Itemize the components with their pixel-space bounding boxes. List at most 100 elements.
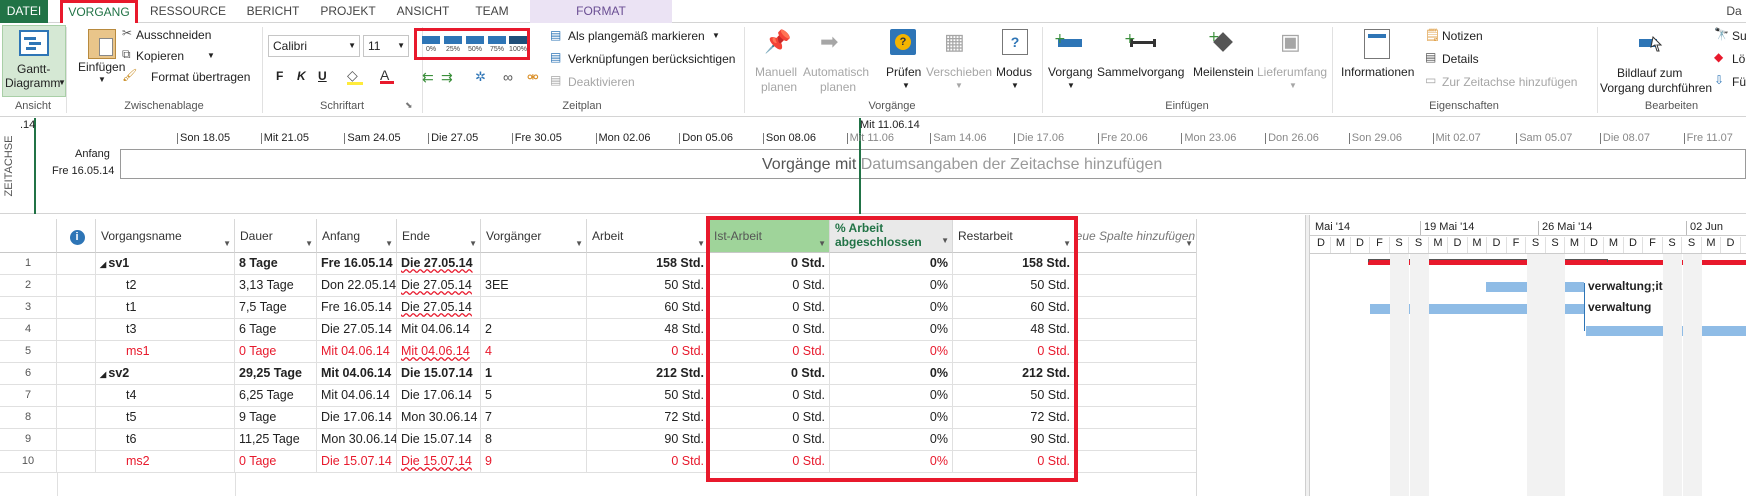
work-cell[interactable]: 158 Std. bbox=[587, 253, 709, 275]
end-cell[interactable]: Die 15.07.14 bbox=[397, 363, 481, 385]
work-cell[interactable]: 48 Std. bbox=[587, 319, 709, 341]
search-button[interactable]: Su bbox=[1732, 29, 1746, 43]
scroll-to-task-label-2[interactable]: Vorgang durchführen bbox=[1600, 81, 1712, 95]
predecessor-cell[interactable]: 8 bbox=[481, 429, 587, 451]
row-id[interactable]: 5 bbox=[0, 341, 57, 363]
work-cell[interactable]: 90 Std. bbox=[587, 429, 709, 451]
predecessor-cell[interactable]: 1 bbox=[481, 363, 587, 385]
predecessor-cell[interactable]: 2 bbox=[481, 319, 587, 341]
work-cell[interactable]: 72 Std. bbox=[587, 407, 709, 429]
row-id[interactable]: 10 bbox=[0, 451, 57, 473]
gantt-chart[interactable]: Mai '14 19 Mai '14 26 Mai '14 02 Jun D M D F S S M… bbox=[1310, 219, 1746, 496]
link-icon[interactable]: ∞ bbox=[503, 69, 513, 85]
task-name[interactable]: ms1 bbox=[96, 341, 235, 363]
mark-on-track-button[interactable]: Als plangemäß markieren bbox=[568, 29, 705, 43]
outdent-icon[interactable]: ⇇ bbox=[422, 69, 434, 86]
task-name[interactable]: t4 bbox=[96, 385, 235, 407]
start-cell[interactable]: Mit 04.06.14 bbox=[317, 341, 397, 363]
end-cell[interactable]: Die 15.07.14 bbox=[397, 429, 481, 451]
task-name[interactable]: ◢ sv1 bbox=[96, 253, 235, 275]
row-id[interactable]: 7 bbox=[0, 385, 57, 407]
dialog-launcher-icon[interactable]: ⬊ bbox=[405, 100, 413, 111]
auto-schedule-label-2[interactable]: planen bbox=[820, 80, 856, 94]
tab-datei[interactable]: DATEI bbox=[0, 0, 48, 23]
start-cell[interactable]: Fre 16.05.14 bbox=[317, 297, 397, 319]
copy-button[interactable]: Kopieren bbox=[136, 49, 184, 63]
format-painter-button[interactable]: Format übertragen bbox=[151, 70, 250, 84]
start-cell[interactable]: Don 22.05.14 bbox=[317, 275, 397, 297]
mode-button[interactable]: Modus bbox=[996, 65, 1032, 79]
end-cell[interactable]: Mit 04.06.14 bbox=[397, 341, 481, 363]
tab-ansicht[interactable]: ANSICHT bbox=[391, 0, 455, 23]
work-cell[interactable]: 50 Std. bbox=[587, 275, 709, 297]
column-header-dauer[interactable]: Dauer ▼ bbox=[235, 219, 317, 253]
row-id[interactable]: 8 bbox=[0, 407, 57, 429]
tab-projekt[interactable]: PROJEKT bbox=[317, 0, 379, 23]
column-header-arbeit[interactable]: Arbeit ▼ bbox=[587, 219, 709, 253]
paste-icon[interactable] bbox=[88, 29, 116, 59]
deactivate-button[interactable]: Deaktivieren bbox=[568, 75, 635, 89]
duration-cell[interactable]: 29,25 Tage bbox=[235, 363, 317, 385]
duration-cell[interactable]: 0 Tage bbox=[235, 341, 317, 363]
row-id[interactable]: 2 bbox=[0, 275, 57, 297]
bold-button[interactable]: F bbox=[276, 69, 283, 83]
end-cell[interactable]: Die 27.05.14 bbox=[397, 297, 481, 319]
task-name[interactable]: ◢ sv2 bbox=[96, 363, 235, 385]
italic-button[interactable]: K bbox=[297, 69, 306, 83]
predecessor-cell[interactable] bbox=[481, 253, 587, 275]
info-cell[interactable] bbox=[57, 429, 96, 451]
empty-cell[interactable] bbox=[1075, 319, 1197, 341]
empty-cell[interactable] bbox=[1075, 341, 1197, 363]
row-id[interactable]: 9 bbox=[0, 429, 57, 451]
cut-button[interactable]: Ausschneiden bbox=[136, 28, 211, 42]
duration-cell[interactable]: 3,13 Tage bbox=[235, 275, 317, 297]
start-cell[interactable]: Die 17.06.14 bbox=[317, 407, 397, 429]
inspect-button[interactable]: Prüfen bbox=[886, 65, 921, 79]
add-to-timeline-button[interactable]: Zur Zeitachse hinzufügen bbox=[1442, 75, 1577, 89]
duration-cell[interactable]: 0 Tage bbox=[235, 451, 317, 473]
end-cell[interactable]: Die 15.07.14 bbox=[397, 451, 481, 473]
add-new-column-header[interactable]: Neue Spalte hinzufügen ▼ bbox=[1075, 219, 1197, 253]
empty-cell[interactable] bbox=[1075, 451, 1197, 473]
account-label[interactable]: Da bbox=[1722, 0, 1746, 23]
duration-cell[interactable]: 8 Tage bbox=[235, 253, 317, 275]
fill-color-icon[interactable]: ◇ bbox=[347, 67, 363, 85]
info-cell[interactable] bbox=[57, 451, 96, 473]
task-name[interactable]: t2 bbox=[96, 275, 235, 297]
start-cell[interactable]: Mon 30.06.14 bbox=[317, 429, 397, 451]
manual-schedule-label-1[interactable]: Manuell bbox=[755, 65, 797, 79]
duration-cell[interactable]: 9 Tage bbox=[235, 407, 317, 429]
percent-50-button[interactable]: 50% bbox=[465, 34, 485, 56]
row-id[interactable]: 4 bbox=[0, 319, 57, 341]
task-name[interactable]: t1 bbox=[96, 297, 235, 319]
insert-task-button[interactable]: Vorgang bbox=[1048, 65, 1093, 79]
end-cell[interactable]: Die 17.06.14 bbox=[397, 385, 481, 407]
gantt-view-button[interactable]: Gantt- Diagramm ▼ bbox=[2, 25, 66, 97]
predecessor-cell[interactable]: 7 bbox=[481, 407, 587, 429]
column-header-vorgangsname[interactable]: Vorgangsname ▼ bbox=[96, 219, 235, 253]
predecessor-cell[interactable]: 5 bbox=[481, 385, 587, 407]
work-cell[interactable]: 0 Std. bbox=[587, 341, 709, 363]
info-column-header[interactable]: i bbox=[57, 219, 96, 253]
scroll-to-task-label-1[interactable]: Bildlauf zum bbox=[1617, 66, 1682, 80]
tab-vorgang[interactable]: VORGANG bbox=[60, 0, 138, 23]
start-cell[interactable]: Die 15.07.14 bbox=[317, 451, 397, 473]
task-name[interactable]: ms2 bbox=[96, 451, 235, 473]
work-cell[interactable]: 50 Std. bbox=[587, 385, 709, 407]
work-cell[interactable]: 212 Std. bbox=[587, 363, 709, 385]
gantt-link-line[interactable] bbox=[1584, 283, 1585, 331]
info-cell[interactable] bbox=[57, 297, 96, 319]
underline-button[interactable]: U bbox=[318, 69, 327, 83]
predecessor-cell[interactable]: 9 bbox=[481, 451, 587, 473]
info-cell[interactable] bbox=[57, 385, 96, 407]
row-id[interactable]: 1 bbox=[0, 253, 57, 275]
column-header-vorgaenger[interactable]: Vorgänger ▼ bbox=[481, 219, 587, 253]
insert-deliverable-button[interactable]: Lieferumfang bbox=[1257, 65, 1327, 79]
details-button[interactable]: Details bbox=[1442, 52, 1479, 66]
end-cell[interactable]: Die 27.05.14 bbox=[397, 253, 481, 275]
end-cell[interactable]: Die 27.05.14 bbox=[397, 275, 481, 297]
empty-cell[interactable] bbox=[1075, 429, 1197, 451]
info-cell[interactable] bbox=[57, 407, 96, 429]
empty-cell[interactable] bbox=[1075, 407, 1197, 429]
duration-cell[interactable]: 7,5 Tage bbox=[235, 297, 317, 319]
